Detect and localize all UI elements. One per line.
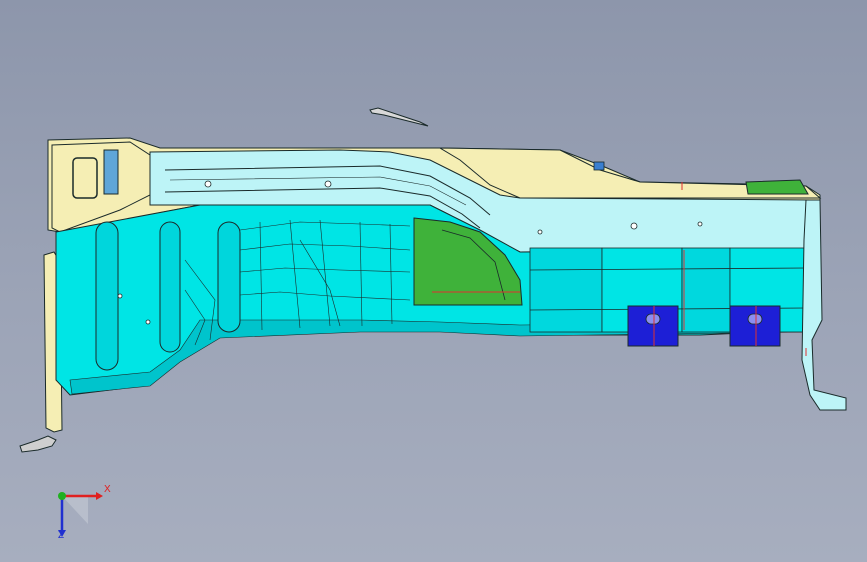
tower-window <box>72 157 98 199</box>
y-axis-dot <box>58 492 66 500</box>
x-axis-label: X <box>104 484 111 495</box>
vehicle-frame-model[interactable] <box>0 0 867 562</box>
oval-slot-3 <box>217 221 241 333</box>
blue-bracket-left <box>627 305 679 347</box>
tower-blue-plate <box>103 149 119 195</box>
cad-viewport[interactable]: X Z <box>0 0 867 562</box>
oval-slot-1 <box>95 221 119 371</box>
z-axis-label: Z <box>58 530 65 541</box>
axis-triad: X Z <box>48 484 112 544</box>
blue-bracket-right <box>729 305 781 347</box>
small-blue-tab <box>593 161 605 171</box>
floating-bracket <box>369 107 429 127</box>
oval-slot-2 <box>159 221 181 353</box>
right-end-bracket <box>801 199 847 411</box>
green-corner-block <box>745 179 809 195</box>
left-bottom-clip <box>19 435 57 453</box>
